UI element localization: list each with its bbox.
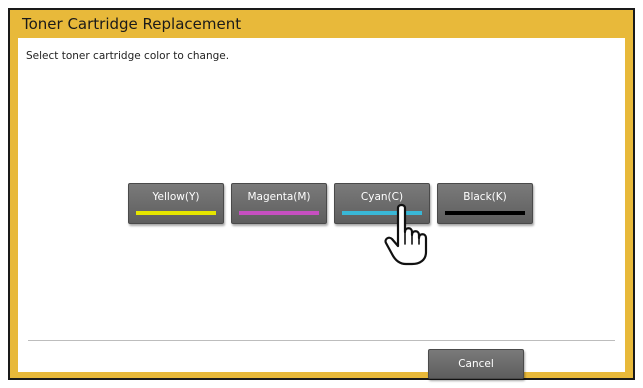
cancel-button[interactable]: Cancel <box>428 349 524 379</box>
black-toner-button[interactable]: Black(K) <box>437 183 533 224</box>
black-toner-label: Black(K) <box>463 191 507 203</box>
cancel-button-label: Cancel <box>458 358 494 370</box>
magenta-toner-button[interactable]: Magenta(M) <box>231 183 327 224</box>
magenta-toner-label: Magenta(M) <box>247 191 311 203</box>
dialog-title: Toner Cartridge Replacement <box>22 15 242 33</box>
black-color-bar <box>445 211 525 215</box>
content-panel: Select toner cartridge color to change. … <box>18 38 625 379</box>
pointing-hand-icon <box>384 203 428 266</box>
yellow-color-bar <box>136 211 216 215</box>
yellow-toner-label: Yellow(Y) <box>152 191 200 203</box>
magenta-color-bar <box>239 211 319 215</box>
toner-replacement-dialog: Toner Cartridge Replacement Select toner… <box>8 8 635 380</box>
yellow-toner-button[interactable]: Yellow(Y) <box>128 183 224 224</box>
instruction-text: Select toner cartridge color to change. <box>26 50 230 62</box>
footer-divider <box>28 340 615 341</box>
